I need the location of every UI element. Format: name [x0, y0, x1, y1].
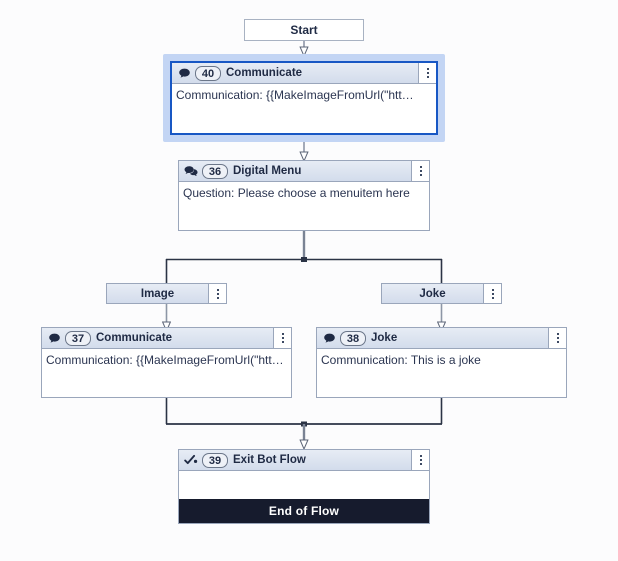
flow-node-37-body: Communication: {{MakeImageFromUrl("htt…: [46, 353, 284, 367]
flow-node-37-title: Communicate: [96, 332, 173, 344]
flow-node-37[interactable]: 37 Communicate Communication: {{MakeImag…: [41, 327, 292, 398]
kebab-menu-icon[interactable]: [411, 161, 429, 181]
speech-bubble-icon: [176, 65, 192, 81]
kebab-menu-icon[interactable]: [411, 450, 429, 470]
branch-chip-joke-label: Joke: [419, 287, 446, 300]
double-speech-bubble-icon: [183, 163, 199, 179]
flow-node-39[interactable]: 39 Exit Bot Flow End of Flow: [178, 449, 430, 524]
flow-node-40-title: Communicate: [226, 67, 303, 79]
start-node[interactable]: Start: [244, 19, 364, 41]
flow-node-40-id: 40: [195, 65, 221, 81]
split-junction-dot: [301, 257, 307, 262]
flow-node-38[interactable]: 38 Joke Communication: This is a joke: [316, 327, 567, 398]
start-node-label: Start: [290, 23, 318, 37]
kebab-menu-icon[interactable]: [273, 328, 291, 348]
flow-node-39-body: [179, 471, 429, 475]
flow-node-36-id: 36: [202, 163, 228, 179]
exit-flow-icon: [183, 452, 199, 468]
flow-node-36-body: Question: Please choose a menuitem here: [183, 186, 410, 200]
merge-junction-dot: [301, 421, 307, 427]
flow-node-38-header[interactable]: 38 Joke: [317, 328, 566, 349]
flow-node-37-header[interactable]: 37 Communicate: [42, 328, 291, 349]
branch-chip-joke[interactable]: Joke: [381, 283, 502, 304]
end-of-flow-bar: End of Flow: [179, 499, 429, 523]
flow-node-39-header[interactable]: 39 Exit Bot Flow: [179, 450, 429, 471]
flow-node-38-title: Joke: [371, 332, 398, 344]
kebab-menu-icon[interactable]: [548, 328, 566, 348]
flow-node-39-title: Exit Bot Flow: [233, 454, 306, 466]
flow-canvas[interactable]: Start 40 Communicate Communication: {{Ma…: [0, 0, 618, 561]
kebab-menu-icon[interactable]: [483, 284, 501, 303]
flow-node-38-id: 38: [340, 330, 366, 346]
flow-node-40-body: Communication: {{MakeImageFromUrl("htt…: [176, 88, 414, 102]
flow-node-40[interactable]: 40 Communicate Communication: {{MakeImag…: [170, 61, 438, 135]
branch-chip-image-label: Image: [140, 287, 175, 300]
flow-node-36-title: Digital Menu: [233, 165, 302, 177]
flow-node-39-id: 39: [202, 452, 228, 468]
flow-node-36-header[interactable]: 36 Digital Menu: [179, 161, 429, 182]
branch-chip-image[interactable]: Image: [106, 283, 227, 304]
flow-node-36[interactable]: 36 Digital Menu Question: Please choose …: [178, 160, 430, 231]
kebab-menu-icon[interactable]: [208, 284, 226, 303]
flow-node-40-header[interactable]: 40 Communicate: [172, 63, 436, 84]
flow-node-37-id: 37: [65, 330, 91, 346]
kebab-menu-icon[interactable]: [418, 63, 436, 83]
flow-node-38-body: Communication: This is a joke: [321, 353, 481, 367]
speech-bubble-icon: [321, 330, 337, 346]
speech-bubble-icon: [46, 330, 62, 346]
